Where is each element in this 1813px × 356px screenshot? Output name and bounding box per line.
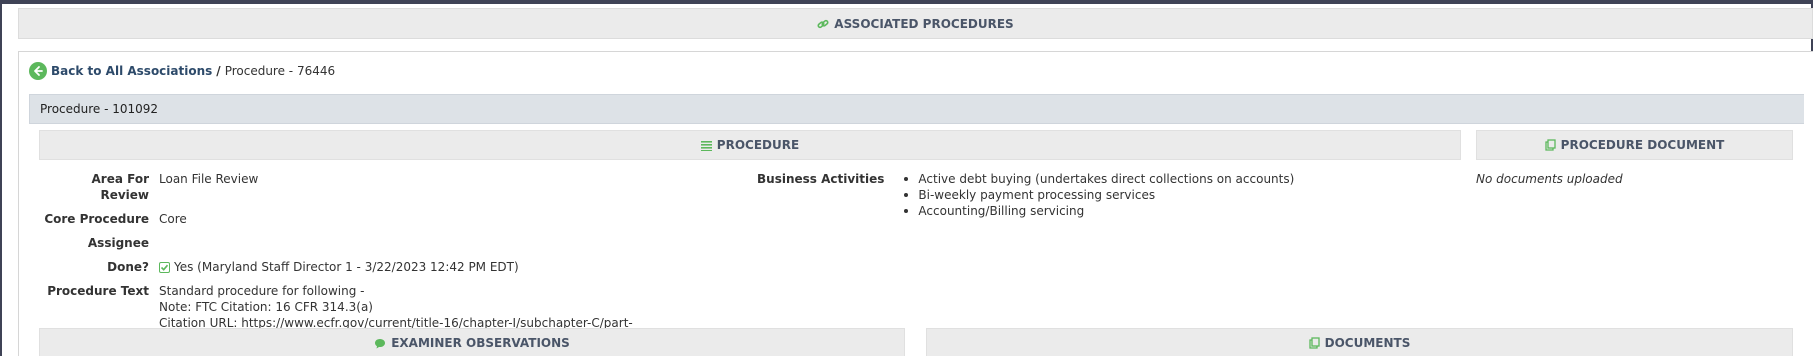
copy-icon [1545,139,1556,151]
link-icon [817,18,829,30]
list-item: Accounting/Billing servicing [902,203,1294,219]
procedure-section-title: PROCEDURE [716,138,800,152]
field-label: Assignee [87,236,149,250]
field-label: Done? [107,260,149,274]
procedure-title: Procedure - 101092 [40,102,159,116]
list-item: Bi-weekly payment processing services [902,187,1294,203]
documents-title: DOCUMENTS [1324,336,1411,350]
field-label: Core Procedure [44,212,149,226]
back-arrow-icon[interactable] [29,62,47,80]
check-icon [159,262,170,273]
procedure-section-header: PROCEDURE [39,130,1461,160]
field-core-procedure: Core Procedure Core [39,211,639,227]
business-activities: Business Activities Active debt buying (… [757,171,1294,219]
associated-procedures-header[interactable]: ASSOCIATED PROCEDURES [18,8,1813,39]
examiner-observations-header: EXAMINER OBSERVATIONS [39,328,905,356]
back-to-associations-link[interactable]: Back to All Associations [51,64,212,78]
procedure-document-section-header: PROCEDURE DOCUMENT [1476,130,1793,160]
list-icon [700,140,712,151]
examiner-observations-title: EXAMINER OBSERVATIONS [391,336,570,350]
procedure-text-line: Standard procedure for following - [159,284,365,298]
field-value-done: Yes (Maryland Staff Director 1 - 3/22/20… [159,259,519,275]
business-activities-list: Active debt buying (undertakes direct co… [902,171,1294,219]
business-activities-label: Business Activities [757,172,885,186]
comment-icon [374,338,386,349]
no-documents-text: No documents uploaded [1476,172,1623,186]
procedure-title-bar: Procedure - 101092 [29,94,1804,124]
field-done: Done? Yes (Maryland Staff Director 1 - 3… [39,259,639,275]
list-item: Active debt buying (undertakes direct co… [902,171,1294,187]
left-frame-border [0,0,2,356]
procedure-detail-card: Back to All Associations / Procedure - 7… [18,51,1813,356]
top-frame-bar [0,0,1813,4]
breadcrumb-separator: / [216,64,221,78]
procedure-text-line: Note: FTC Citation: 16 CFR 314.3(a) [159,300,373,314]
done-text: Yes (Maryland Staff Director 1 - 3/22/20… [174,260,519,274]
field-label: Area For Review [91,172,150,202]
field-area-for-review: Area For Review Loan File Review [39,171,639,203]
copy-icon [1308,337,1320,349]
procedure-document-title: PROCEDURE DOCUMENT [1560,138,1725,152]
field-assignee: Assignee [39,235,639,251]
associated-procedures-title: ASSOCIATED PROCEDURES [834,16,1014,31]
documents-section-header: DOCUMENTS [926,328,1793,356]
field-value: Loan File Review [159,172,259,186]
field-value: Core [159,212,187,226]
breadcrumb: Back to All Associations / Procedure - 7… [29,62,335,80]
breadcrumb-current: Procedure - 76446 [224,64,336,78]
